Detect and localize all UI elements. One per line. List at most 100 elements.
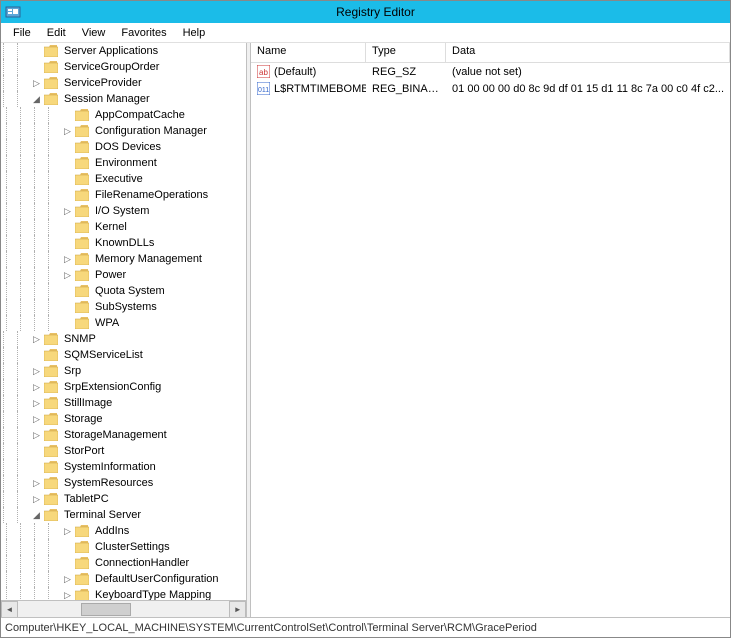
expand-icon[interactable]: ▷ xyxy=(31,78,42,89)
tree-label: WPA xyxy=(93,317,121,329)
tree-item[interactable]: ▷ Configuration Manager xyxy=(1,123,246,139)
tree-item[interactable]: ▷ SystemResources xyxy=(1,475,246,491)
tree-item[interactable]: WPA xyxy=(1,315,246,331)
expand-icon[interactable]: ▷ xyxy=(62,254,73,265)
tree-label: SystemResources xyxy=(62,477,155,489)
expand-icon[interactable]: ▷ xyxy=(31,398,42,409)
tree-item[interactable]: AppCompatCache xyxy=(1,107,246,123)
list-row[interactable]: 011L$RTMTIMEBOMB_132...REG_BINARY01 00 0… xyxy=(251,80,730,97)
expand-icon[interactable]: ▷ xyxy=(31,334,42,345)
expand-icon[interactable]: ▷ xyxy=(31,382,42,393)
tree-item[interactable]: ▷SNMP xyxy=(1,331,246,347)
tree-label: SrpExtensionConfig xyxy=(62,381,163,393)
expand-icon[interactable]: ▷ xyxy=(62,574,73,585)
tree-pane: Server Applications ServiceGroupOrder ▷ Ser… xyxy=(1,43,247,617)
tree-item[interactable]: ▷ ServiceProvider xyxy=(1,75,246,91)
folder-icon xyxy=(44,61,58,73)
col-header-type[interactable]: Type xyxy=(366,43,446,62)
expand-icon[interactable]: ▷ xyxy=(31,478,42,489)
tree-item[interactable]: ▷Memory Management xyxy=(1,251,246,267)
svg-text:ab: ab xyxy=(259,68,268,77)
list-body[interactable]: ab(Default)REG_SZ(value not set)011L$RTM… xyxy=(251,63,730,617)
tree-item[interactable]: ▷I/O System xyxy=(1,203,246,219)
expand-icon[interactable]: ▷ xyxy=(31,494,42,505)
scroll-thumb[interactable] xyxy=(81,603,131,616)
tree-label: SystemInformation xyxy=(62,461,158,473)
tree-item[interactable]: ServiceGroupOrder xyxy=(1,59,246,75)
tree-label: Server Applications xyxy=(62,45,160,57)
tree-label: ClusterSettings xyxy=(93,541,172,553)
folder-icon xyxy=(44,381,58,393)
tree-item[interactable]: ▷TabletPC xyxy=(1,491,246,507)
collapse-icon[interactable]: ◢ xyxy=(31,510,42,521)
list-header: Name Type Data xyxy=(251,43,730,63)
tree-item[interactable]: ▷StorageManagement xyxy=(1,427,246,443)
folder-icon xyxy=(75,301,89,313)
tree-item[interactable]: ▷StillImage xyxy=(1,395,246,411)
tree-item[interactable]: Kernel xyxy=(1,219,246,235)
tree-item[interactable]: ▷ Power xyxy=(1,267,246,283)
collapse-icon[interactable]: ◢ xyxy=(31,94,42,105)
expand-icon[interactable]: ▷ xyxy=(62,270,73,281)
tree-item[interactable]: ▷KeyboardType Mapping xyxy=(1,587,246,600)
tree-item[interactable]: Environment xyxy=(1,155,246,171)
folder-icon xyxy=(44,429,58,441)
tree-item[interactable]: ClusterSettings xyxy=(1,539,246,555)
tree-label: SQMServiceList xyxy=(62,349,145,361)
scroll-right-arrow[interactable]: ► xyxy=(229,601,246,617)
statusbar: Computer\HKEY_LOCAL_MACHINE\SYSTEM\Curre… xyxy=(1,617,730,637)
tree-item[interactable]: ▷Storage xyxy=(1,411,246,427)
tree-item[interactable]: FileRenameOperations xyxy=(1,187,246,203)
list-row[interactable]: ab(Default)REG_SZ(value not set) xyxy=(251,63,730,80)
tree-label: AppCompatCache xyxy=(93,109,187,121)
tree-item[interactable]: ▷AddIns xyxy=(1,523,246,539)
col-header-name[interactable]: Name xyxy=(251,43,366,62)
tree-item[interactable]: Quota System xyxy=(1,283,246,299)
value-data: 01 00 00 00 d0 8c 9d df 01 15 d1 11 8c 7… xyxy=(446,83,730,95)
menu-help[interactable]: Help xyxy=(175,25,214,41)
titlebar: Registry Editor xyxy=(1,1,730,23)
expand-icon[interactable]: ▷ xyxy=(62,590,73,601)
tree-label: SubSystems xyxy=(93,301,159,313)
expand-icon[interactable]: ▷ xyxy=(31,366,42,377)
folder-icon xyxy=(44,493,58,505)
folder-icon xyxy=(75,573,89,585)
tree-item[interactable]: ConnectionHandler xyxy=(1,555,246,571)
window: Registry Editor File Edit View Favorites… xyxy=(0,0,731,638)
menu-favorites[interactable]: Favorites xyxy=(113,25,174,41)
tree-item[interactable]: StorPort xyxy=(1,443,246,459)
folder-icon xyxy=(44,77,58,89)
tree-item[interactable]: ▷DefaultUserConfiguration xyxy=(1,571,246,587)
tree-item[interactable]: Server Applications xyxy=(1,43,246,59)
menu-edit[interactable]: Edit xyxy=(39,25,74,41)
tree-item[interactable]: ◢Terminal Server xyxy=(1,507,246,523)
expand-icon[interactable]: ▷ xyxy=(62,206,73,217)
tree-item[interactable]: DOS Devices xyxy=(1,139,246,155)
col-header-data[interactable]: Data xyxy=(446,43,730,62)
expand-icon[interactable]: ▷ xyxy=(62,526,73,537)
menu-file[interactable]: File xyxy=(5,25,39,41)
tree-label: Power xyxy=(93,269,128,281)
tree-label: Srp xyxy=(62,365,83,377)
menu-view[interactable]: View xyxy=(74,25,114,41)
tree-label: ConnectionHandler xyxy=(93,557,191,569)
tree-item[interactable]: KnownDLLs xyxy=(1,235,246,251)
tree-item[interactable]: Executive xyxy=(1,171,246,187)
folder-icon xyxy=(44,477,58,489)
tree-item[interactable]: SubSystems xyxy=(1,299,246,315)
folder-icon xyxy=(75,109,89,121)
tree-item[interactable]: SQMServiceList xyxy=(1,347,246,363)
scroll-left-arrow[interactable]: ◄ xyxy=(1,601,18,617)
tree-item[interactable]: SystemInformation xyxy=(1,459,246,475)
tree-item[interactable]: ▷ Srp xyxy=(1,363,246,379)
expand-icon[interactable]: ▷ xyxy=(31,414,42,425)
folder-icon xyxy=(44,445,58,457)
tree-item[interactable]: ▷ SrpExtensionConfig xyxy=(1,379,246,395)
tree-scroll[interactable]: Server Applications ServiceGroupOrder ▷ Ser… xyxy=(1,43,246,600)
expand-icon[interactable]: ▷ xyxy=(62,126,73,137)
expand-icon[interactable]: ▷ xyxy=(31,430,42,441)
tree-label: Configuration Manager xyxy=(93,125,209,137)
tree-label: ServiceProvider xyxy=(62,77,144,89)
tree-item[interactable]: ◢Session Manager xyxy=(1,91,246,107)
tree-hscrollbar[interactable]: ◄ ► xyxy=(1,600,246,617)
